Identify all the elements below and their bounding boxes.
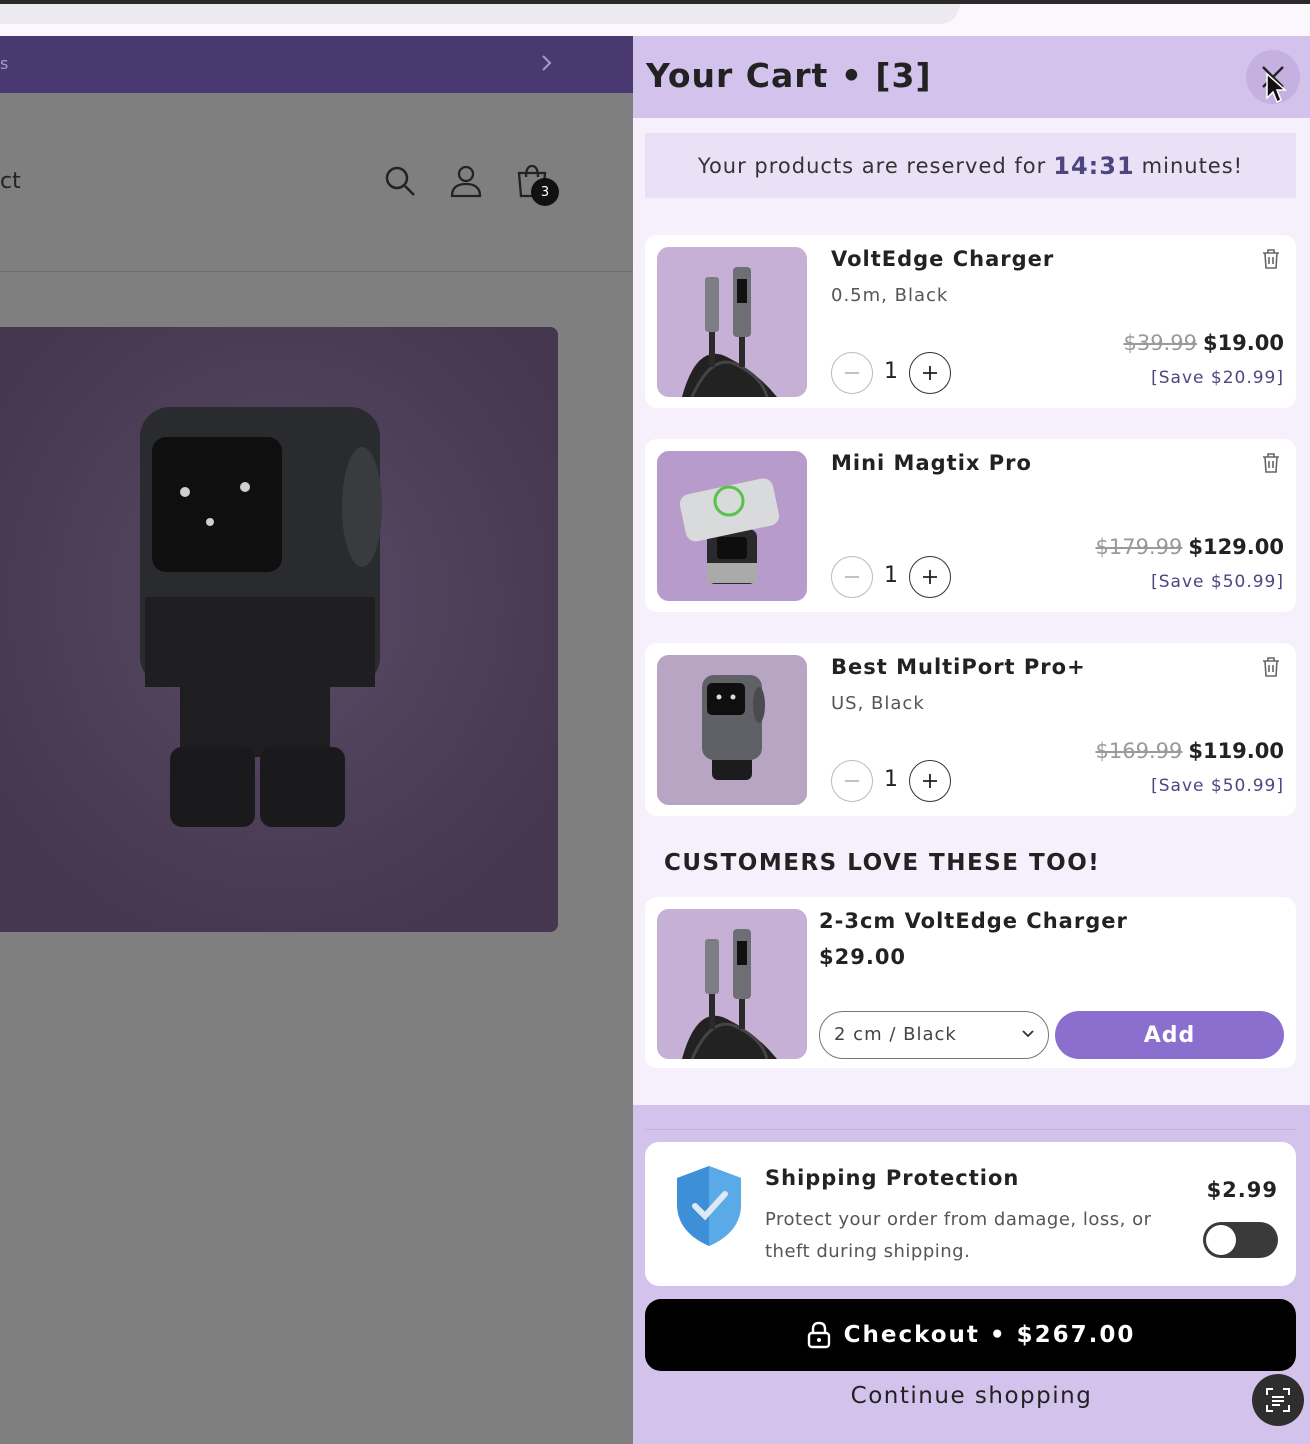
savings-text: [Save $50.99] bbox=[1151, 572, 1284, 592]
product-name[interactable]: Mini Magtix Pro bbox=[831, 451, 1032, 475]
checkout-button[interactable]: Checkout • $267.00 bbox=[645, 1299, 1296, 1371]
upsell-card: 2-3cm VoltEdge Charger $29.00 2 cm / Bla… bbox=[645, 897, 1296, 1068]
reserve-timer: 14:31 bbox=[1053, 151, 1135, 180]
decrease-qty-button[interactable] bbox=[831, 352, 873, 394]
product-variant: US, Black bbox=[831, 693, 925, 714]
nav-link-partial[interactable]: ct bbox=[0, 169, 21, 194]
product-thumbnail[interactable] bbox=[657, 655, 807, 805]
price: $39.99 $19.00 bbox=[1123, 331, 1284, 355]
cart-item: VoltEdge Charger 0.5m, Black 1 $39.99 $19… bbox=[645, 235, 1296, 408]
increase-qty-button[interactable] bbox=[909, 352, 951, 394]
sale-price: $119.00 bbox=[1188, 739, 1284, 763]
shipping-protection-card: Shipping Protection Protect your order f… bbox=[645, 1142, 1296, 1286]
original-price: $39.99 bbox=[1123, 331, 1197, 355]
price: $179.99 $129.00 bbox=[1096, 535, 1285, 559]
shield-check-icon bbox=[673, 1164, 745, 1248]
cart-header: Your Cart • [3] bbox=[633, 36, 1310, 118]
sale-price: $129.00 bbox=[1188, 535, 1284, 559]
increase-qty-button[interactable] bbox=[909, 760, 951, 802]
savings-text: [Save $50.99] bbox=[1151, 776, 1284, 796]
reservation-notice: Your products are reserved for 14:31 min… bbox=[645, 133, 1296, 198]
chevron-right-icon[interactable] bbox=[540, 53, 554, 78]
cart-item: Mini Magtix Pro 1 $179.99 $129.00 [Save $… bbox=[645, 439, 1296, 612]
product-thumbnail[interactable] bbox=[657, 247, 807, 397]
reserve-suffix: minutes! bbox=[1141, 153, 1244, 178]
upsell-heading: CUSTOMERS LOVE THESE TOO! bbox=[664, 850, 1101, 876]
trash-icon[interactable] bbox=[1259, 247, 1283, 271]
plus-icon bbox=[923, 366, 937, 380]
add-upsell-button[interactable]: Add bbox=[1055, 1011, 1284, 1059]
minus-icon bbox=[845, 780, 859, 782]
store-page-overlay[interactable]: s ct 3 bbox=[0, 36, 633, 1444]
reserve-prefix: Your products are reserved for bbox=[697, 153, 1047, 178]
quantity-stepper: 1 bbox=[831, 760, 951, 802]
upsell-product-name[interactable]: 2-3cm VoltEdge Charger bbox=[819, 909, 1128, 933]
quantity-value: 1 bbox=[884, 767, 898, 792]
protection-title: Shipping Protection bbox=[765, 1166, 1020, 1190]
scan-button[interactable] bbox=[1252, 1374, 1304, 1426]
variant-select-value: 2 cm / Black bbox=[834, 1024, 957, 1045]
protection-price: $2.99 bbox=[1206, 1178, 1278, 1202]
savings-text: [Save $20.99] bbox=[1151, 368, 1284, 388]
product-name[interactable]: VoltEdge Charger bbox=[831, 247, 1054, 271]
lock-icon bbox=[807, 1321, 830, 1349]
mouse-cursor-icon bbox=[1265, 72, 1287, 106]
upsell-price: $29.00 bbox=[819, 945, 907, 969]
announcement-text: s bbox=[0, 54, 9, 73]
price: $169.99 $119.00 bbox=[1096, 739, 1285, 763]
product-variant: 0.5m, Black bbox=[831, 285, 949, 306]
quantity-value: 1 bbox=[884, 563, 898, 588]
upsell-thumbnail[interactable] bbox=[657, 909, 807, 1059]
search-icon[interactable] bbox=[382, 163, 418, 199]
minus-icon bbox=[845, 372, 859, 374]
variant-select[interactable]: 2 cm / Black bbox=[819, 1011, 1049, 1059]
cart-footer: Shipping Protection Protect your order f… bbox=[633, 1105, 1310, 1444]
checkout-label: Checkout • $267.00 bbox=[843, 1322, 1136, 1348]
announcement-bar: s bbox=[0, 36, 633, 93]
plus-icon bbox=[923, 774, 937, 788]
cart-title: Your Cart • [3] bbox=[646, 56, 932, 95]
original-price: $179.99 bbox=[1095, 535, 1183, 559]
chevron-down-icon bbox=[1020, 1026, 1036, 1047]
product-name[interactable]: Best MultiPort Pro+ bbox=[831, 655, 1086, 679]
toggle-knob bbox=[1206, 1225, 1236, 1255]
sale-price: $19.00 bbox=[1202, 331, 1284, 355]
cart-item: Best MultiPort Pro+ US, Black 1 $169.99 $… bbox=[645, 643, 1296, 816]
scan-icon bbox=[1266, 1388, 1290, 1412]
browser-top-bar bbox=[0, 0, 1310, 36]
plus-icon bbox=[923, 570, 937, 584]
decrease-qty-button[interactable] bbox=[831, 760, 873, 802]
address-bar[interactable] bbox=[0, 4, 960, 24]
cart-count-badge: 3 bbox=[531, 178, 559, 206]
quantity-value: 1 bbox=[884, 359, 898, 384]
product-hero-image bbox=[0, 327, 558, 932]
protection-toggle[interactable] bbox=[1203, 1222, 1278, 1258]
trash-icon[interactable] bbox=[1259, 655, 1283, 679]
increase-qty-button[interactable] bbox=[909, 556, 951, 598]
quantity-stepper: 1 bbox=[831, 556, 951, 598]
quantity-stepper: 1 bbox=[831, 352, 951, 394]
divider bbox=[645, 1129, 1296, 1130]
trash-icon[interactable] bbox=[1259, 451, 1283, 475]
user-icon[interactable] bbox=[448, 163, 484, 199]
product-thumbnail[interactable] bbox=[657, 451, 807, 601]
continue-shopping-link[interactable]: Continue shopping bbox=[633, 1383, 1310, 1409]
minus-icon bbox=[845, 576, 859, 578]
decrease-qty-button[interactable] bbox=[831, 556, 873, 598]
original-price: $169.99 bbox=[1095, 739, 1183, 763]
protection-description: Protect your order from damage, loss, or… bbox=[765, 1209, 1152, 1262]
cart-drawer: Your Cart • [3] Your products are reserv… bbox=[633, 36, 1310, 1444]
